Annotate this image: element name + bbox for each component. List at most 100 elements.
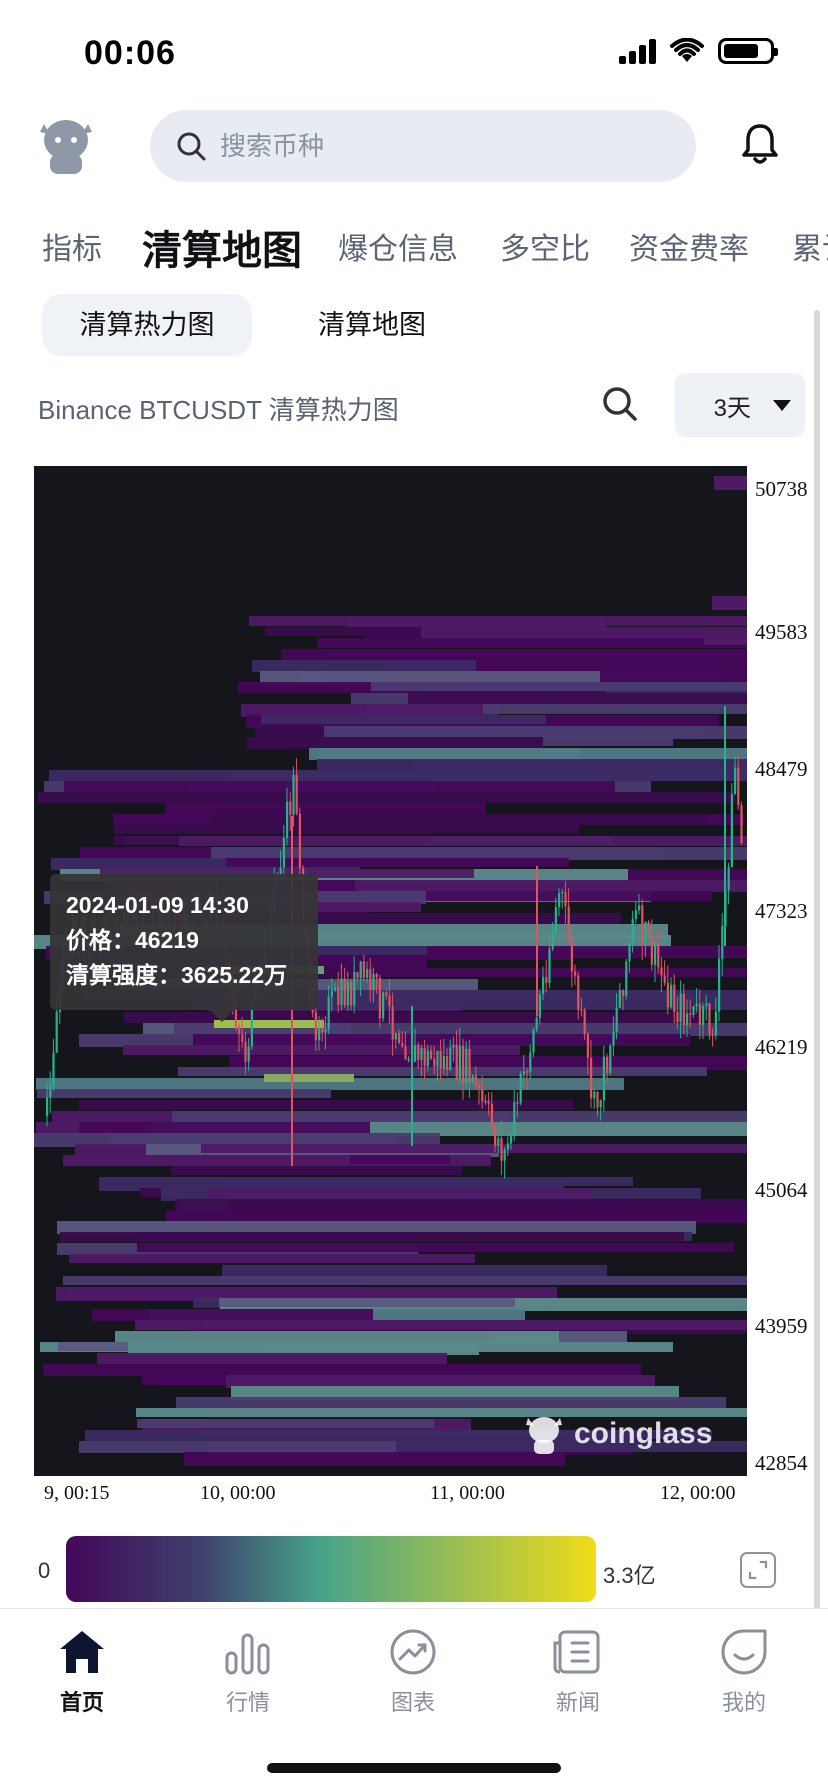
x-tick-label: 11, 00:00 [430,1482,505,1504]
candle-body [343,978,346,1006]
search-input[interactable] [220,130,640,162]
nav-charts-label: 图表 [390,1690,435,1715]
candle-body [615,1007,618,1032]
time-range-value: 3天 [713,394,751,422]
candle-body [350,982,353,1006]
candle-body [375,973,378,978]
candle-body [682,993,685,1026]
candle-body [529,1052,532,1072]
page-scrollbar[interactable] [814,310,820,1610]
candle-body [474,1075,477,1086]
heatmap-band [79,1441,396,1453]
candle-body [433,1058,436,1067]
candle-body [676,1012,679,1022]
candle-body [372,973,375,990]
tooltip-price-label: 价格： [66,927,135,953]
nav-profile[interactable]: 我的 [684,1627,804,1717]
tab-funding-rate[interactable]: 资金费率 [629,224,749,268]
fullscreen-expand-icon[interactable] [740,1552,776,1588]
search-icon [177,132,206,161]
candle-body [340,978,343,1005]
candle-body [535,1017,538,1030]
y-tick-label: 42854 [755,1451,808,1475]
heatmap-band [114,825,579,834]
candle-body [362,961,365,978]
candle-body [660,967,663,976]
candle-body [657,942,660,968]
candle-body [644,921,647,944]
candle-body [740,805,743,843]
candle-body [401,1043,404,1047]
search-icon[interactable] [600,384,640,424]
heatmap-band [184,1452,565,1466]
color-scale-bar[interactable] [66,1536,596,1602]
bell-icon[interactable] [736,120,784,168]
status-bar: 00:06 [0,0,828,100]
candle-body [570,940,573,972]
mascot-avatar-icon[interactable] [36,114,96,178]
nav-market-label: 行情 [225,1690,270,1715]
heatmap-band [281,649,747,661]
candle-body [673,984,676,1013]
tab-indicators[interactable]: 指标 [42,224,102,268]
candle-body [439,1050,442,1069]
candle-body [449,1047,452,1071]
time-range-select[interactable]: 3天 [675,373,805,437]
caret-down-icon [773,399,791,411]
nav-home[interactable]: 首页 [22,1627,142,1717]
candle-body [718,958,721,1012]
nav-charts[interactable]: 图表 [353,1627,473,1717]
candle-body [593,1091,596,1099]
candle-body [471,1075,474,1083]
candle-body [282,837,285,868]
candle-body [414,1044,417,1063]
candle-body [241,1033,244,1042]
bar-chart-icon [225,1633,270,1675]
candle-body [407,1059,410,1061]
candle-body [695,1003,698,1006]
candle-body [634,910,637,920]
tooltip-time: 2024-01-09 14:30 [66,892,249,918]
candle-body [721,926,724,959]
nav-market[interactable]: 行情 [188,1627,308,1717]
candle-body [478,1085,481,1089]
candle-body [55,1011,58,1053]
heatmap-band [137,1419,434,1428]
heatmap-band [69,1254,475,1263]
heatmap-band [261,715,546,724]
subtab-liquidation-heatmap[interactable]: 清算热力图 [42,294,252,356]
heatmap-band [178,1067,707,1076]
y-tick-label: 49583 [755,620,808,644]
heatmap-band [60,1232,684,1242]
heatmap-highlight-band [264,1074,354,1082]
newspaper-icon [553,1630,600,1674]
candle-body [334,987,337,991]
tab-long-short-ratio[interactable]: 多空比 [500,224,590,268]
search-bar[interactable] [150,110,696,182]
tab-liquidation-info[interactable]: 爆仓信息 [338,224,458,268]
nav-news[interactable]: 新闻 [518,1627,638,1717]
candle-body [500,1138,503,1161]
subtab-liquidation-map[interactable]: 清算地图 [282,294,462,356]
candle-body [548,948,551,983]
candle-body [298,813,301,869]
nav-home-label: 首页 [59,1690,104,1715]
candle-body [503,1149,506,1161]
candle-body [292,774,295,815]
heatmap-band [49,770,747,781]
coinglass-watermark: coinglass [522,1412,712,1456]
tab-cumulative[interactable]: 累计 [792,224,828,268]
tab-liquidation-map[interactable]: 清算地图 [142,218,302,276]
candle-body [609,1045,612,1073]
heatmap-band [79,1100,573,1110]
candle-body [487,1100,490,1104]
candle-body [606,1056,609,1073]
heatmap-band [38,792,736,803]
candle-body [490,1103,493,1127]
candle-body [618,990,621,1008]
candle-body [564,891,567,907]
candle-body [321,1027,324,1032]
candle-body [558,892,561,908]
tooltip-intensity-label: 清算强度： [66,962,181,988]
candle-body [542,976,545,995]
